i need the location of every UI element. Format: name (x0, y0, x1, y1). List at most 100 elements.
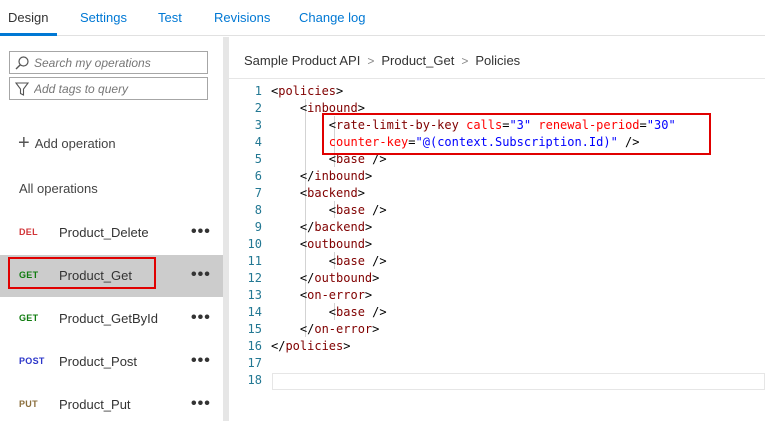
more-options-icon[interactable]: ••• (191, 395, 211, 413)
current-line-indicator (272, 373, 765, 390)
code-token: renewal-period (538, 118, 640, 132)
code-token: base (336, 254, 365, 268)
line-number: 5 (254, 152, 262, 166)
code-line: </on-error> (271, 322, 380, 336)
line-number: 17 (247, 356, 262, 370)
code-token: </ (271, 322, 315, 336)
line-number: 10 (247, 237, 262, 251)
add-operation-label: Add operation (34, 135, 116, 151)
code-token: rate-limit-by-key (336, 118, 459, 132)
add-operation-button[interactable]: + Add operation (18, 133, 116, 153)
method-badge: GET (19, 313, 39, 323)
tab-settings[interactable]: Settings (80, 10, 127, 25)
operations-sidebar: + Add operation All operations DEL Produ… (0, 37, 223, 421)
line-number: 9 (254, 220, 262, 234)
filter-icon (14, 82, 30, 96)
operation-row-product-post[interactable]: POST Product_Post ••• (0, 341, 223, 383)
active-tab-indicator (0, 33, 57, 36)
line-number: 6 (254, 169, 262, 183)
code-line: <rate-limit-by-key calls = "3" renewal-per… (271, 118, 676, 132)
operation-row-product-get[interactable]: GET Product_Get ••• (0, 255, 223, 297)
code-token: > (372, 322, 380, 336)
line-number: 8 (254, 203, 262, 217)
code-token: = (408, 135, 416, 149)
code-token: = (639, 118, 647, 132)
all-operations-link[interactable]: All operations (19, 181, 98, 196)
code-token: > (357, 101, 365, 115)
policy-code-editor[interactable]: 1 <policies> 2 <inbound> 3 <rate-limit-by-k… (229, 82, 765, 421)
code-line: <backend> (271, 186, 365, 200)
code-token: on-error (307, 288, 365, 302)
code-token: < (271, 186, 308, 200)
more-options-icon[interactable]: ••• (191, 266, 211, 284)
code-line: <inbound> (271, 101, 365, 115)
code-token: < (271, 254, 337, 268)
code-line: </inbound> (271, 169, 372, 183)
code-token: policies (285, 339, 344, 353)
code-token: "@(context.Subscription.Id)" (415, 135, 618, 149)
more-options-icon[interactable]: ••• (191, 309, 211, 327)
code-line: <policies> (271, 84, 343, 98)
code-token: </ (271, 339, 286, 353)
code-token: < (271, 305, 337, 319)
code-token: inbound (314, 169, 365, 183)
tab-change-log[interactable]: Change log (299, 10, 366, 25)
code-token: inbound (307, 101, 358, 115)
more-options-icon[interactable]: ••• (191, 223, 211, 241)
line-number: 18 (247, 373, 262, 387)
code-line: <base /> (271, 203, 387, 217)
tab-revisions[interactable]: Revisions (214, 10, 270, 25)
code-line: counter-key="@(context.Subscription.Id)"… (271, 135, 640, 149)
operation-row-product-getbyid[interactable]: GET Product_GetById ••• (0, 298, 223, 340)
search-field[interactable] (9, 51, 208, 74)
tags-input[interactable] (34, 80, 204, 98)
code-token: > (364, 288, 373, 302)
breadcrumb: Sample Product API > Product_Get > Polic… (244, 53, 520, 68)
operation-name: Product_Put (59, 397, 131, 412)
tab-design[interactable]: Design (8, 10, 48, 25)
code-token: </ (271, 271, 315, 285)
code-line: <outbound> (271, 237, 372, 251)
breadcrumb-operation[interactable]: Product_Get (381, 53, 454, 68)
operation-name: Product_Get (59, 268, 132, 283)
tab-test[interactable]: Test (158, 10, 182, 25)
code-token: on-error (314, 322, 373, 336)
operation-name: Product_Post (59, 354, 138, 369)
code-token: < (271, 288, 308, 302)
breadcrumb-api[interactable]: Sample Product API (244, 53, 360, 68)
method-badge: GET (19, 270, 39, 280)
line-number: 4 (254, 135, 262, 149)
code-line: <base /> (271, 152, 387, 166)
operation-row-product-put[interactable]: PUT Product_Put ••• (0, 384, 223, 421)
line-number: 15 (247, 322, 262, 336)
code-token: /> (364, 254, 387, 268)
code-token: < (271, 152, 337, 166)
code-token: "30" (646, 118, 676, 132)
code-token: > (364, 220, 373, 234)
code-token: "3" (509, 118, 532, 132)
code-token: </ (271, 220, 315, 234)
code-token: outbound (314, 271, 373, 285)
code-token: > (364, 169, 373, 183)
code-token: > (336, 84, 344, 98)
code-line: </backend> (271, 220, 372, 234)
code-token: > (343, 339, 351, 353)
code-token: </ (271, 169, 315, 183)
code-token: base (336, 305, 365, 319)
breadcrumb-policies: Policies (475, 53, 521, 68)
header-divider (229, 78, 765, 79)
line-number: 3 (254, 118, 262, 132)
tags-field[interactable] (9, 77, 208, 100)
code-token: base (336, 203, 365, 217)
line-number: 14 (247, 305, 262, 319)
code-token: /> (364, 152, 387, 166)
search-input[interactable] (34, 54, 204, 72)
more-options-icon[interactable]: ••• (191, 352, 211, 370)
operation-name: Product_GetById (59, 311, 158, 326)
code-line: </outbound> (271, 271, 380, 285)
chevron-right-icon: > (461, 53, 469, 68)
code-line: <on-error> (271, 288, 372, 302)
code-token: outbound (307, 237, 365, 251)
operation-row-product-delete[interactable]: DEL Product_Delete ••• (0, 212, 223, 254)
